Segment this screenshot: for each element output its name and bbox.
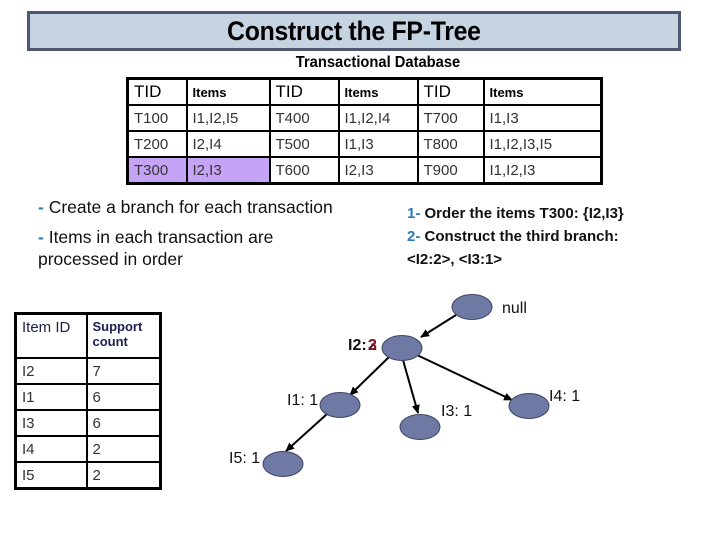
node-i3 <box>399 414 441 440</box>
edge-i2-i4 <box>416 354 513 401</box>
node-i2 <box>381 335 423 361</box>
edge-i1-i5 <box>285 413 328 452</box>
label-i1: I1: 1 <box>287 392 318 409</box>
label-i4: I4: 1 <box>549 388 580 405</box>
edge-null-i2 <box>420 314 457 338</box>
node-null <box>451 294 493 320</box>
fp-tree: null I2: 2 3 I1: 1 I3: 1 I4: 1 I5: 1 <box>229 294 580 477</box>
label-null: null <box>502 300 527 317</box>
node-i5 <box>262 451 304 477</box>
label-i2-prefix: I2: <box>348 337 367 354</box>
edge-i2-i1 <box>349 356 390 396</box>
label-i3: I3: 1 <box>441 403 472 420</box>
label-i5: I5: 1 <box>229 450 260 467</box>
label-i2-new-count: 3 <box>368 337 377 354</box>
node-i1 <box>319 392 361 418</box>
edge-i2-i3 <box>402 359 420 414</box>
node-i4 <box>508 393 550 419</box>
